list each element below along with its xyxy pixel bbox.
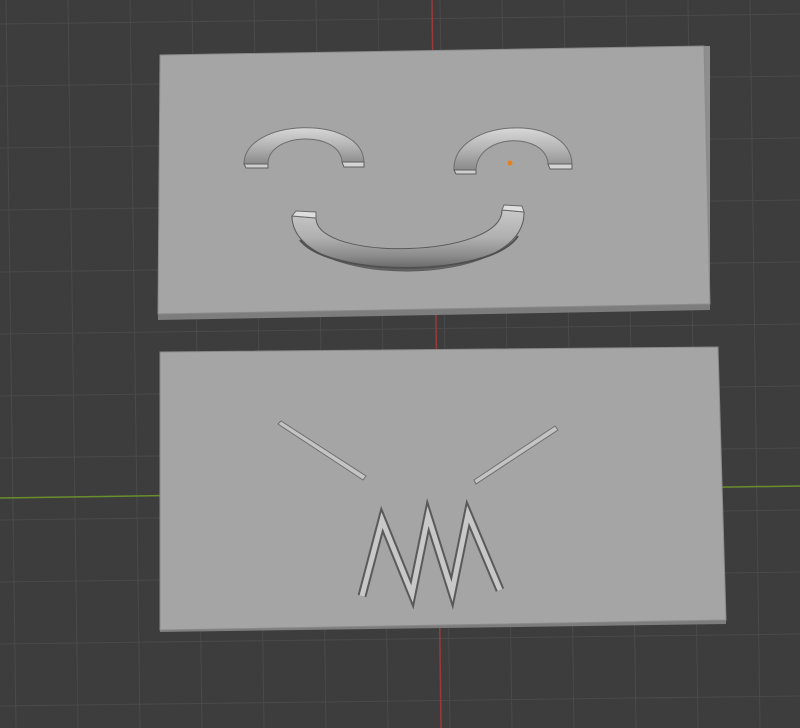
grid-line-horizontal (0, 695, 800, 707)
grid-line-vertical (5, 0, 17, 728)
grid-line-horizontal (0, 323, 800, 335)
3d-viewport[interactable] (0, 0, 800, 728)
object-origin-point[interactable] (507, 160, 513, 166)
grid-line-horizontal (0, 13, 800, 25)
grid-line-vertical (129, 0, 141, 728)
zigzag-face-plate[interactable] (159, 346, 727, 632)
grid-line-vertical (749, 0, 761, 728)
plate-top-face (157, 45, 711, 315)
grid-line-vertical (67, 0, 79, 728)
plate-top-face (159, 346, 727, 631)
smiley-face-plate[interactable] (157, 45, 711, 320)
grid-line-horizontal (0, 633, 800, 645)
